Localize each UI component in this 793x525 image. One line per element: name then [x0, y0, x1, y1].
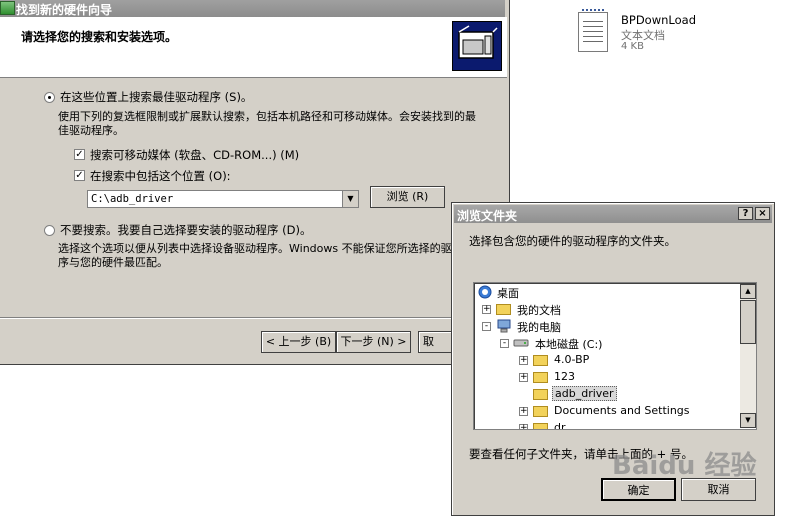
file-name[interactable]: BPDownLoad	[621, 13, 696, 27]
next-button[interactable]: 下一步 (N) >	[336, 331, 411, 353]
folder-icon	[533, 389, 548, 400]
tree-item-documents-and-settings[interactable]: + Documents and Settings	[519, 404, 719, 420]
dont-search-radio[interactable]	[44, 225, 55, 236]
scroll-thumb[interactable]	[740, 300, 756, 344]
search-option-description: 使用下列的复选框限制或扩展默认搜索，包括本机路径和可移动媒体。会安装找到的最佳驱…	[58, 110, 476, 137]
tree-scrollbar[interactable]: ▲ ▼	[740, 284, 756, 428]
browse-title-bar[interactable]: 浏览文件夹 ? ×	[454, 205, 772, 223]
close-icon[interactable]: ×	[755, 207, 770, 220]
expand-icon[interactable]: +	[482, 305, 491, 314]
expand-icon[interactable]: +	[519, 356, 528, 365]
folder-icon	[533, 423, 548, 429]
tree-item-4-0-bp[interactable]: + 4.0-BP	[519, 353, 639, 369]
wizard-title: 找到新的硬件向导	[16, 3, 113, 17]
folder-icon	[533, 406, 548, 417]
hardware-wizard-window: 找到新的硬件向导 请选择您的搜索和安装选项。 在这些位置上搜索最佳驱动程序 (S…	[0, 0, 510, 365]
search-best-driver-radio[interactable]	[44, 92, 55, 103]
tree-item-123[interactable]: + 123	[519, 370, 639, 386]
browse-instruction: 选择包含您的硬件的驱动程序的文件夹。	[469, 234, 676, 248]
tree-item-dr[interactable]: + dr	[519, 421, 639, 429]
wizard-app-icon	[0, 1, 15, 15]
hardware-wizard-icon	[452, 21, 502, 71]
scroll-down-icon[interactable]: ▼	[740, 413, 756, 428]
search-best-driver-label[interactable]: 在这些位置上搜索最佳驱动程序 (S)。	[60, 89, 252, 105]
computer-icon	[497, 319, 511, 333]
wizard-header: 请选择您的搜索和安装选项。	[0, 17, 507, 78]
folder-icon	[496, 304, 511, 315]
file-size: 4 KB	[621, 41, 644, 52]
wizard-header-title: 请选择您的搜索和安装选项。	[21, 30, 178, 44]
dont-search-description: 选择这个选项以便从列表中选择设备驱动程序。Windows 不能保证您所选择的驱动…	[58, 242, 474, 269]
folder-tree[interactable]: 桌面 + 我的文档 - 我的电脑 - 本地磁盘 (C:) + 4.0-BP + …	[473, 282, 757, 430]
wizard-separator	[0, 317, 507, 319]
expand-icon[interactable]: +	[519, 407, 528, 416]
scroll-up-icon[interactable]: ▲	[740, 284, 756, 299]
removable-media-checkbox[interactable]: ✓	[74, 149, 85, 160]
collapse-icon[interactable]: -	[482, 322, 491, 331]
expand-icon[interactable]: +	[519, 424, 528, 429]
include-location-label[interactable]: 在搜索中包括这个位置 (O):	[90, 168, 231, 184]
folder-icon	[533, 372, 548, 383]
collapse-icon[interactable]: -	[500, 339, 509, 348]
tree-item-local-disk-c[interactable]: - 本地磁盘 (C:)	[500, 336, 660, 352]
tree-item-my-documents[interactable]: + 我的文档	[482, 302, 602, 318]
removable-media-label[interactable]: 搜索可移动媒体 (软盘、CD-ROM...) (M)	[90, 147, 299, 163]
include-location-checkbox[interactable]: ✓	[74, 170, 85, 181]
back-button[interactable]: < 上一步 (B)	[261, 331, 336, 353]
folder-icon	[533, 355, 548, 366]
help-icon[interactable]: ?	[738, 207, 753, 220]
tree-item-my-computer[interactable]: - 我的电脑	[482, 319, 602, 335]
wizard-title-bar[interactable]: 找到新的硬件向导	[0, 0, 505, 17]
baidu-watermark: Baidu 经验	[612, 451, 757, 481]
tree-item-adb-driver[interactable]: adb_driver	[519, 386, 639, 403]
driver-path-value[interactable]: C:\adb_driver	[91, 193, 173, 205]
combo-dropdown-icon[interactable]: ▼	[342, 191, 358, 207]
browse-title: 浏览文件夹	[457, 209, 518, 223]
drive-icon	[513, 339, 529, 347]
desktop-icon	[478, 285, 492, 299]
expand-icon[interactable]: +	[519, 373, 528, 382]
text-document-icon[interactable]	[578, 9, 608, 52]
browse-button[interactable]: 浏览 (R)	[370, 186, 445, 208]
driver-path-combobox[interactable]: C:\adb_driver ▼	[87, 190, 359, 208]
dont-search-label[interactable]: 不要搜索。我要自己选择要安装的驱动程序 (D)。	[60, 222, 311, 238]
